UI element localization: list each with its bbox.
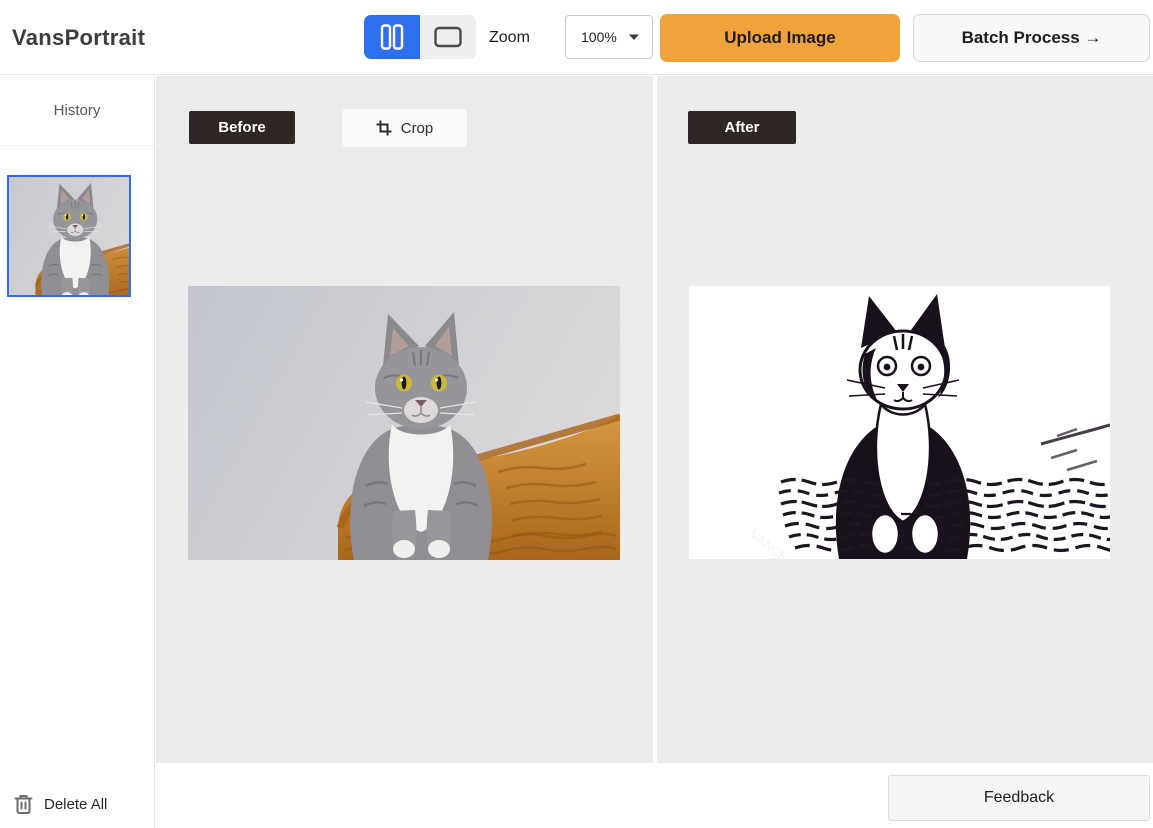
delete-all-button[interactable]: Delete All bbox=[14, 794, 107, 815]
footer-bar: Feedback bbox=[156, 763, 1153, 828]
history-thumbnail[interactable] bbox=[7, 175, 131, 297]
header-bar: VansPortrait Zoom 100% Upload Image Ba bbox=[0, 0, 1153, 75]
single-view-button[interactable] bbox=[420, 15, 476, 59]
after-badge: After bbox=[688, 111, 796, 144]
history-sidebar: History Delete All bbox=[0, 75, 155, 828]
before-badge: Before bbox=[189, 111, 295, 144]
crop-button[interactable]: Crop bbox=[342, 109, 467, 147]
split-view-button[interactable] bbox=[364, 15, 420, 59]
delete-all-label: Delete All bbox=[44, 796, 107, 813]
before-panel: Before Crop bbox=[156, 76, 653, 763]
zoom-dropdown[interactable]: 100% bbox=[565, 15, 653, 59]
history-title: History bbox=[0, 75, 154, 119]
batch-process-button[interactable]: Batch Process → bbox=[913, 14, 1150, 62]
zoom-label: Zoom bbox=[489, 0, 530, 75]
feedback-button[interactable]: Feedback bbox=[888, 775, 1150, 821]
after-panel: After VANCE AI VANCE AI VANCE AI VANCE A… bbox=[657, 76, 1153, 763]
chevron-down-icon bbox=[628, 33, 640, 41]
app-title: VansPortrait bbox=[12, 0, 145, 75]
before-image bbox=[188, 286, 620, 560]
upload-image-button[interactable]: Upload Image bbox=[660, 14, 900, 62]
thumbnail-image bbox=[9, 177, 129, 295]
sidebar-divider bbox=[0, 145, 154, 146]
zoom-value: 100% bbox=[581, 29, 617, 45]
view-mode-toggle bbox=[364, 15, 476, 59]
compare-area: Before Crop After VANCE AI VANCE AI VANC… bbox=[156, 76, 1153, 763]
single-view-icon bbox=[434, 26, 462, 48]
after-image: VANCE AI VANCE AI VANCE AI VANCE AI VANC… bbox=[689, 286, 1110, 559]
crop-label: Crop bbox=[401, 120, 434, 137]
crop-icon bbox=[376, 120, 392, 136]
vansportrait-app: VansPortrait Zoom 100% Upload Image Ba bbox=[0, 0, 1153, 828]
split-view-icon bbox=[379, 24, 405, 50]
trash-icon bbox=[14, 794, 33, 815]
